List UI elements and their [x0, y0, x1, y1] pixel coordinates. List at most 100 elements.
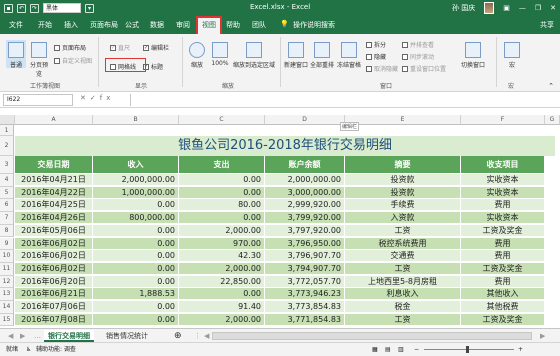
tab-home[interactable]: 开始: [38, 20, 52, 30]
cell-summary[interactable]: 税金: [345, 301, 461, 313]
more-sheets-icon[interactable]: …: [30, 330, 45, 342]
cell-income[interactable]: 2,000,000.00: [93, 174, 179, 186]
cell-income[interactable]: 0.00: [93, 313, 179, 326]
row-header[interactable]: 6: [0, 199, 14, 213]
zoom-button[interactable]: 缩放: [188, 42, 206, 69]
sheet-title[interactable]: 银鱼公司2016-2018年银行交易明细: [15, 136, 555, 156]
zoom-in-icon[interactable]: +: [518, 343, 523, 356]
zoom-slider[interactable]: [424, 349, 514, 350]
column-header-a[interactable]: A: [15, 115, 93, 125]
cell-expense[interactable]: 80.00: [179, 199, 265, 212]
zoom-out-icon[interactable]: −: [414, 343, 419, 356]
name-box[interactable]: I622: [3, 94, 73, 106]
zoom-slider-thumb[interactable]: [466, 346, 469, 353]
row-header[interactable]: 1: [0, 125, 14, 136]
cell-expense[interactable]: 22,850.00: [179, 275, 265, 288]
cancel-icon[interactable]: ✕: [80, 94, 90, 102]
cell-balance[interactable]: 3,773,854.83: [265, 301, 345, 313]
cell-date[interactable]: 2016年04月21日: [15, 174, 93, 186]
cell-date[interactable]: 2016年04月22日: [15, 186, 93, 199]
header-date[interactable]: 交易日期: [15, 156, 93, 174]
cell-balance[interactable]: 3,000,000.00: [265, 186, 345, 199]
cell-category[interactable]: 费用: [461, 199, 545, 212]
row-header[interactable]: 4: [0, 174, 14, 187]
enter-icon[interactable]: ✓: [90, 94, 100, 102]
column-header-f[interactable]: F: [461, 115, 545, 125]
cell-date[interactable]: 2016年04月26日: [15, 212, 93, 225]
row-header[interactable]: 12: [0, 275, 14, 289]
normal-view-button[interactable]: 普通: [6, 40, 26, 69]
add-sheet-icon[interactable]: ⊕: [170, 330, 186, 342]
cell-income[interactable]: 1,000,000.00: [93, 186, 179, 199]
sheet-tab-sales[interactable]: 销售情况统计: [102, 330, 152, 342]
cell-category[interactable]: 工资及奖金: [461, 224, 545, 237]
cell-date[interactable]: 2016年06月02日: [15, 237, 93, 250]
tell-me-search[interactable]: 操作说明搜索: [293, 20, 335, 30]
column-header-g[interactable]: G: [545, 115, 560, 125]
ruler-checkbox[interactable]: ✓ 直尺: [110, 43, 130, 52]
column-header-c[interactable]: C: [179, 115, 265, 125]
cell-expense[interactable]: 2,000.00: [179, 313, 265, 326]
font-name-box[interactable]: 黑体: [43, 3, 81, 13]
tab-page-layout[interactable]: 页面布局: [90, 20, 118, 30]
cell-income[interactable]: 0.00: [93, 224, 179, 237]
cell-income[interactable]: 0.00: [93, 199, 179, 212]
column-header-e[interactable]: E: [345, 115, 461, 125]
header-income[interactable]: 收入: [93, 156, 179, 174]
header-category[interactable]: 收支项目: [461, 156, 545, 174]
cell-income[interactable]: 0.00: [93, 262, 179, 275]
cell-income[interactable]: 0.00: [93, 237, 179, 250]
cell-summary[interactable]: 交通费: [345, 250, 461, 263]
restore-icon[interactable]: ❐: [535, 4, 541, 12]
cell-balance[interactable]: 3,773,946.23: [265, 288, 345, 301]
cell-balance[interactable]: 3,799,920.00: [265, 212, 345, 225]
cell-expense[interactable]: 0.00: [179, 186, 265, 199]
header-summary[interactable]: 摘要: [345, 156, 461, 174]
cell-summary[interactable]: 投资款: [345, 174, 461, 186]
cell-expense[interactable]: 2,000.00: [179, 224, 265, 237]
cell-expense[interactable]: 0.00: [179, 288, 265, 301]
cell-expense[interactable]: 0.00: [179, 212, 265, 225]
column-header-b[interactable]: B: [93, 115, 179, 125]
cell-balance[interactable]: 3,796,907.70: [265, 250, 345, 263]
cell-income[interactable]: 0.00: [93, 275, 179, 288]
row-header[interactable]: 8: [0, 224, 14, 238]
select-all-corner[interactable]: [0, 115, 15, 125]
row-header[interactable]: 15: [0, 313, 14, 327]
page-break-status-icon[interactable]: ▥: [398, 343, 404, 356]
cell-category[interactable]: 工资及奖金: [461, 262, 545, 275]
save-icon[interactable]: ▪: [4, 3, 13, 13]
cell-income[interactable]: 800,000.00: [93, 212, 179, 225]
cell-income[interactable]: 1,888.53: [93, 288, 179, 301]
horizontal-scrollbar[interactable]: [212, 332, 532, 340]
tab-team[interactable]: 团队: [252, 20, 266, 30]
sheet-tab-bank[interactable]: 银行交易明细: [44, 330, 94, 342]
zoom-selection-button[interactable]: 缩放到选定区域: [232, 42, 276, 69]
row-header[interactable]: 10: [0, 250, 14, 263]
column-header-d[interactable]: D: [265, 115, 345, 125]
tab-review[interactable]: 审阅: [176, 20, 190, 30]
cell-expense[interactable]: 91.40: [179, 301, 265, 313]
cell-summary[interactable]: 手续费: [345, 199, 461, 212]
row-header[interactable]: 13: [0, 288, 14, 301]
share-button[interactable]: 共享: [540, 20, 554, 30]
unhide-button[interactable]: 取消隐藏: [366, 64, 398, 73]
collapse-ribbon-icon[interactable]: ⌃: [548, 82, 554, 90]
cell-balance[interactable]: 3,771,854.83: [265, 313, 345, 326]
scroll-right-icon[interactable]: ▶: [536, 330, 549, 342]
user-name[interactable]: 孙 国庆: [452, 3, 475, 13]
cell-category[interactable]: 实收资本: [461, 174, 545, 186]
cell-date[interactable]: 2016年06月02日: [15, 262, 93, 275]
tab-help[interactable]: 帮助: [226, 20, 240, 30]
row-header[interactable]: 7: [0, 212, 14, 225]
cell-expense[interactable]: 2,000.00: [179, 262, 265, 275]
cell-summary[interactable]: 上地西里5-8月房租: [345, 275, 461, 288]
cell-summary[interactable]: 税控系统费用: [345, 237, 461, 250]
cell-category[interactable]: 实收资本: [461, 212, 545, 225]
avatar[interactable]: [484, 2, 495, 14]
undo-icon[interactable]: ↶: [17, 3, 26, 13]
cell-date[interactable]: 2016年07月06日: [15, 301, 93, 313]
row-header[interactable]: 2: [0, 136, 14, 156]
normal-view-status-icon[interactable]: ▦: [372, 343, 378, 356]
customize-qat-icon[interactable]: ▾: [85, 3, 94, 13]
